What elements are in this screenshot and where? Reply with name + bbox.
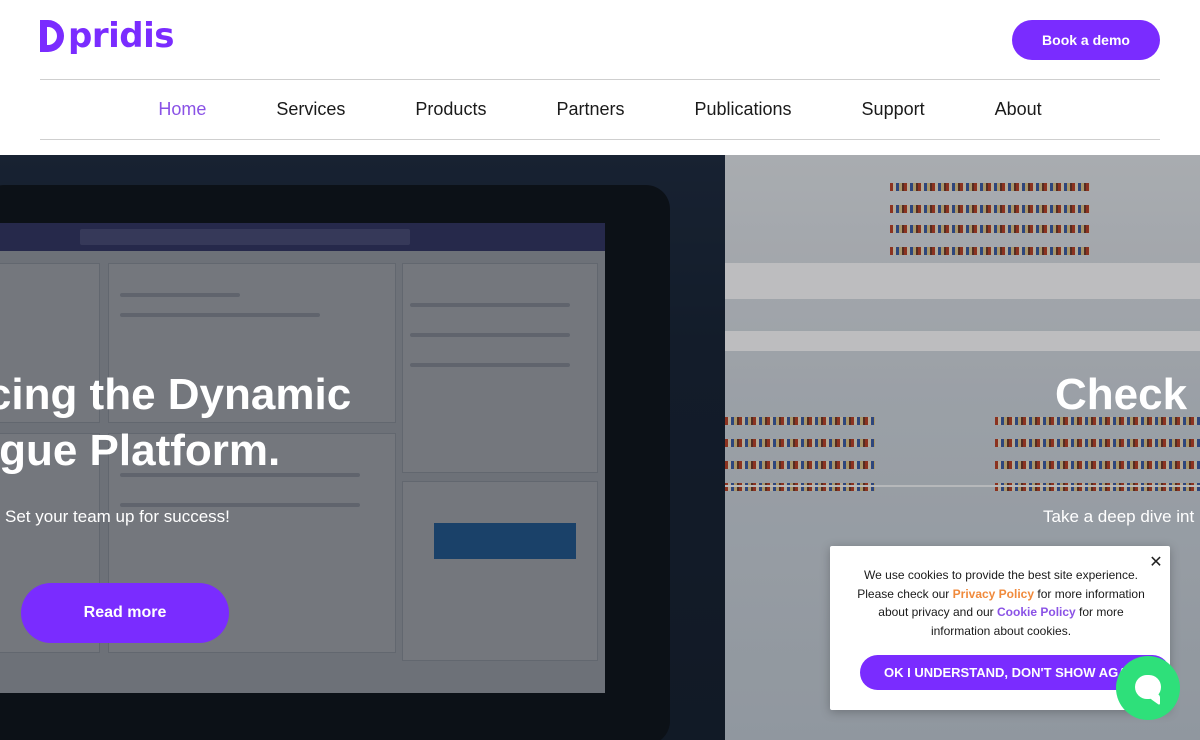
hero-subtitle-secondary: Take a deep dive int <box>1043 507 1195 526</box>
hero-subtitle: Set your team up for success! <box>5 507 230 526</box>
nav-item-home[interactable]: Home <box>123 80 241 139</box>
hero-slide-dynamic-platform: ucing the Dynamic logue Platform. Set yo… <box>0 155 725 740</box>
nav-item-services[interactable]: Services <box>241 80 380 139</box>
nav-item-partners[interactable]: Partners <box>521 80 659 139</box>
cookie-message: We use cookies to provide the best site … <box>857 568 1145 638</box>
chat-bubble-icon <box>1135 675 1161 699</box>
logo-mark-icon <box>40 20 64 52</box>
close-icon[interactable]: ✕ <box>1147 553 1165 571</box>
cookie-policy-link[interactable]: Cookie Policy <box>997 605 1076 619</box>
logo-text: pridis <box>68 16 175 56</box>
nav-item-products[interactable]: Products <box>380 80 521 139</box>
hero-title: ucing the Dynamic logue Platform. <box>0 367 720 479</box>
nav-item-publications[interactable]: Publications <box>659 80 826 139</box>
pridis-logo[interactable]: pridis <box>40 16 175 56</box>
book-demo-button[interactable]: Book a demo <box>1012 20 1160 60</box>
read-more-button[interactable]: Read more <box>21 583 229 643</box>
nav-divider-bottom <box>40 139 1160 140</box>
chat-widget-button[interactable] <box>1116 656 1180 720</box>
main-nav: Home Services Products Partners Publicat… <box>40 80 1160 139</box>
hero-title-line-2: logue Platform. <box>0 426 281 475</box>
hero-title-secondary: Check o <box>1055 370 1200 419</box>
site-header: pridis Book a demo Home Services Product… <box>0 0 1200 155</box>
hero-title-line-1: ucing the Dynamic <box>0 370 352 419</box>
nav-item-support[interactable]: Support <box>827 80 960 139</box>
privacy-policy-link[interactable]: Privacy Policy <box>953 587 1034 601</box>
nav-item-about[interactable]: About <box>960 80 1077 139</box>
